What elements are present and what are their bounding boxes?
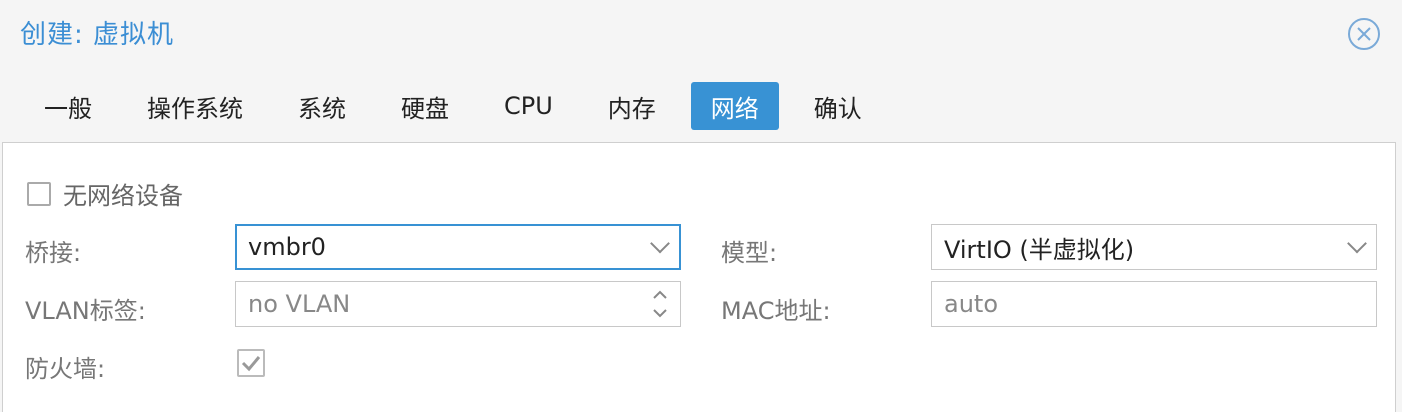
checkmark-icon <box>241 356 261 372</box>
model-select[interactable]: VirtIO (半虚拟化) <box>931 224 1377 270</box>
mac-label: MAC地址: <box>721 297 831 325</box>
create-vm-dialog: 创建: 虚拟机 一般 操作系统 系统 硬盘 CPU 内存 网络 确认 无网络设备… <box>0 0 1402 412</box>
model-label: 模型: <box>721 239 778 267</box>
mac-address-input[interactable]: auto <box>931 281 1377 327</box>
tab-os[interactable]: 操作系统 <box>127 82 263 130</box>
spinner-arrows-icon[interactable] <box>652 288 668 320</box>
checkbox-box[interactable] <box>27 181 51 206</box>
model-value: VirtIO (半虚拟化) <box>944 235 1135 264</box>
close-button[interactable] <box>1346 16 1382 52</box>
firewall-checkbox[interactable] <box>237 349 265 377</box>
vlan-tag-input[interactable]: no VLAN <box>235 281 681 327</box>
tab-disk[interactable]: 硬盘 <box>381 82 469 130</box>
bridge-label: 桥接: <box>25 239 82 267</box>
wizard-tabs: 一般 操作系统 系统 硬盘 CPU 内存 网络 确认 <box>24 82 897 130</box>
mac-placeholder: auto <box>944 290 999 318</box>
network-panel: 无网络设备 桥接: vmbr0 VLAN标签: no VLAN 防火墙: 模型:… <box>2 142 1396 412</box>
vlan-placeholder: no VLAN <box>248 290 351 318</box>
chevron-down-icon[interactable] <box>1347 233 1367 254</box>
chevron-down-icon[interactable] <box>650 233 670 254</box>
tab-network[interactable]: 网络 <box>690 82 779 130</box>
bridge-value: vmbr0 <box>248 233 326 261</box>
vlan-label: VLAN标签: <box>25 297 146 325</box>
close-circle-icon <box>1348 18 1380 50</box>
firewall-label: 防火墙: <box>25 355 106 383</box>
no-network-label: 无网络设备 <box>63 182 183 210</box>
dialog-title: 创建: 虚拟机 <box>20 20 175 50</box>
tab-general[interactable]: 一般 <box>24 82 112 130</box>
tab-system[interactable]: 系统 <box>278 82 366 130</box>
tab-memory[interactable]: 内存 <box>588 82 676 130</box>
tab-confirm[interactable]: 确认 <box>794 82 882 130</box>
bridge-select[interactable]: vmbr0 <box>235 224 681 270</box>
no-network-checkbox[interactable]: 无网络设备 <box>27 176 183 211</box>
tab-cpu[interactable]: CPU <box>484 82 573 130</box>
